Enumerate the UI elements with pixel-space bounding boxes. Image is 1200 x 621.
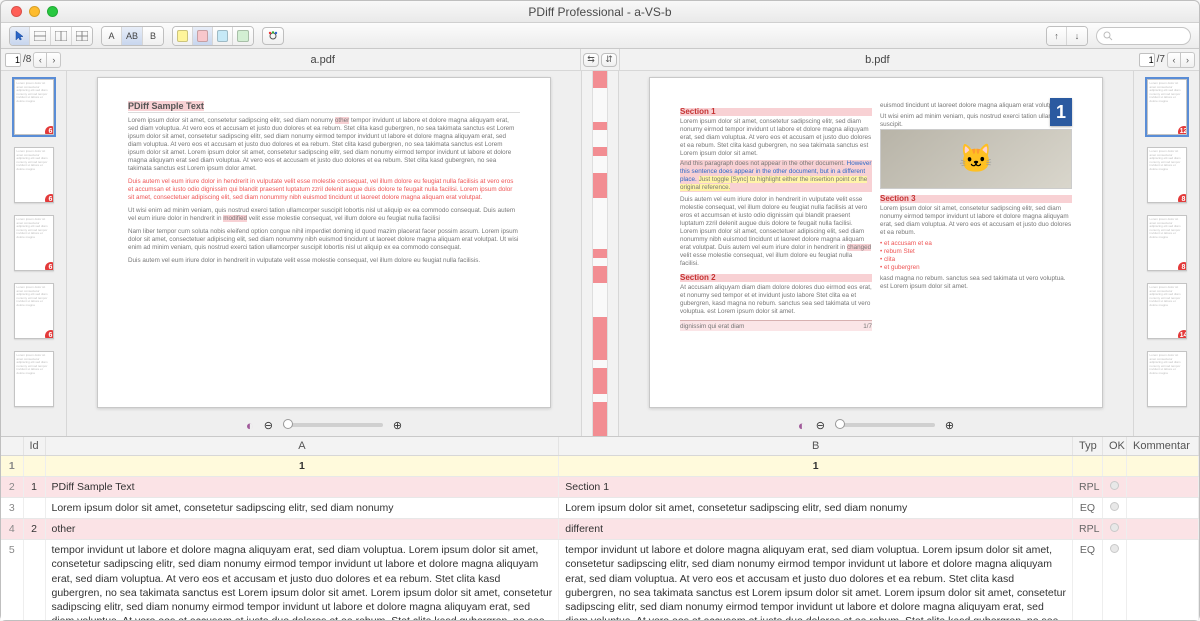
zoom-slider-b[interactable] (835, 423, 935, 427)
zoom-out-a-icon[interactable]: ⊖ (264, 419, 273, 432)
thumbnail[interactable]: Lorem ipsum dolor sit amet consectetur a… (14, 215, 54, 271)
page-a-title: PDiff Sample Text (128, 101, 204, 111)
zoom-in-b-icon[interactable]: ⊕ (945, 419, 954, 432)
highlight-colors (172, 26, 254, 46)
col-kommentar[interactable]: Kommentar (1127, 437, 1199, 455)
table-row[interactable]: 5tempor invidunt ut labore et dolore mag… (1, 540, 1199, 620)
nav-up-down: ↑ ↓ (1046, 26, 1088, 46)
table-row[interactable]: 111 (1, 455, 1199, 476)
page-b-number-badge: 1 (1050, 98, 1072, 126)
thumbnail[interactable]: Lorem ipsum dolor sit amet consectetur a… (14, 283, 54, 339)
tool-group-pointer (9, 26, 93, 46)
contrast-icon-b[interactable]: ◐ (798, 418, 806, 433)
view-ab-button[interactable]: AB (122, 27, 143, 45)
page-total-a: /8 (23, 54, 31, 65)
thumbnail[interactable]: Lorem ipsum dolor sit amet consectetur a… (1147, 79, 1187, 135)
zoom-in-a-icon[interactable]: ⊕ (393, 419, 402, 432)
thumbnails-a[interactable]: Lorem ipsum dolor sit amet consectetur a… (1, 71, 67, 436)
nav-up-button[interactable]: ↑ (1047, 27, 1067, 45)
col-index[interactable] (1, 437, 23, 455)
thumbnail[interactable]: Lorem ipsum dolor sit amet consectetur a… (1147, 351, 1187, 407)
table-row[interactable]: 3Lorem ipsum dolor sit amet, consetetur … (1, 497, 1199, 518)
view-a-button[interactable]: A (102, 27, 122, 45)
contrast-icon[interactable]: ◐ (246, 418, 254, 433)
col-a[interactable]: A (45, 437, 559, 455)
thumbnail[interactable]: Lorem ipsum dolor sit amet consectetur a… (14, 351, 54, 407)
center-strip (581, 71, 619, 436)
titlebar: PDiff Professional - a-VS-b (1, 1, 1199, 23)
view-b-button[interactable]: B (143, 27, 163, 45)
file-label-a: a.pdf (65, 49, 580, 70)
table-header-row: Id A B Typ OK Kommentar (1, 437, 1199, 455)
app-window: PDiff Professional - a-VS-b A AB B (0, 0, 1200, 621)
diff-minimap[interactable] (592, 71, 608, 436)
compare-area: Lorem ipsum dolor sit amet consectetur a… (1, 71, 1199, 436)
col-ok[interactable]: OK (1103, 437, 1127, 455)
col-b[interactable]: B (559, 437, 1073, 455)
doc-panel-b: 1 Section 1 Lorem ipsum dolor sit amet, … (619, 71, 1133, 436)
table-row[interactable]: 42otherdifferentRPL (1, 519, 1199, 540)
view-mode-group: A AB B (101, 26, 164, 46)
diff-table[interactable]: Id A B Typ OK Kommentar 11121PDiff Sampl… (1, 436, 1199, 620)
nav-down-button[interactable]: ↓ (1067, 27, 1087, 45)
col-id[interactable]: Id (23, 437, 45, 455)
highlight-green-button[interactable] (233, 27, 253, 45)
page-indicator-a: /8 ‹ › (1, 49, 65, 70)
page-indicator-b: /7 ‹ › (1135, 49, 1199, 70)
sync-button[interactable]: ⇆ (583, 53, 599, 67)
pointer-tool-button[interactable] (10, 27, 30, 45)
window-title: PDiff Professional - a-VS-b (1, 5, 1199, 19)
page-next-a[interactable]: › (47, 52, 61, 68)
doc-panel-a: PDiff Sample Text Lorem ipsum dolor sit … (67, 71, 581, 436)
file-label-b: b.pdf (620, 49, 1135, 70)
split-vertical-button[interactable] (51, 27, 72, 45)
zoom-slider-a[interactable] (283, 423, 383, 427)
page-prev-b[interactable]: ‹ (1167, 52, 1181, 68)
page-number-input-b[interactable] (1139, 53, 1155, 67)
search-field[interactable] (1096, 27, 1191, 45)
zoom-out-b-icon[interactable]: ⊖ (816, 419, 825, 432)
highlight-pink-button[interactable] (193, 27, 213, 45)
page-view-b[interactable]: 1 Section 1 Lorem ipsum dolor sit amet, … (649, 77, 1103, 408)
zoom-bar-b: ◐ ⊖ ⊕ (619, 414, 1133, 436)
thumbnail[interactable]: Lorem ipsum dolor sit amet consectetur a… (1147, 283, 1187, 339)
page-total-b: /7 (1157, 54, 1165, 65)
zoom-bar-a: ◐ ⊖ ⊕ (67, 414, 581, 436)
col-typ[interactable]: Typ (1073, 437, 1103, 455)
page-prev-a[interactable]: ‹ (33, 52, 47, 68)
highlight-yellow-button[interactable] (173, 27, 193, 45)
document-header: /8 ‹ › a.pdf ⇆ ⇵ b.pdf /7 ‹ › (1, 49, 1199, 71)
search-icon (1103, 31, 1113, 41)
section-1-header: Section 1 (680, 108, 872, 116)
table-row[interactable]: 21PDiff Sample TextSection 1RPL (1, 476, 1199, 497)
cat-image: 🐱 (880, 129, 1072, 189)
section-2-header: Section 2 (680, 274, 872, 282)
split-horizontal-button[interactable] (30, 27, 51, 45)
thumbnail[interactable]: Lorem ipsum dolor sit amet consectetur a… (14, 147, 54, 203)
thumbnail[interactable]: Lorem ipsum dolor sit amet consectetur a… (1147, 215, 1187, 271)
highlight-cyan-button[interactable] (213, 27, 233, 45)
page-next-b[interactable]: › (1181, 52, 1195, 68)
thumbnail[interactable]: Lorem ipsum dolor sit amet consectetur a… (1147, 147, 1187, 203)
main-area: Lorem ipsum dolor sit amet consectetur a… (1, 71, 1199, 620)
section-3-header: Section 3 (880, 195, 1072, 203)
link-button[interactable]: ⇵ (601, 53, 617, 67)
page-number-input-a[interactable] (5, 53, 21, 67)
grid-button[interactable] (72, 27, 92, 45)
toolbar: A AB B ↑ ↓ (1, 23, 1199, 49)
thumbnails-b[interactable]: Lorem ipsum dolor sit amet consectetur a… (1133, 71, 1199, 436)
thumbnail[interactable]: Lorem ipsum dolor sit amet consectetur a… (14, 79, 54, 135)
settings-button[interactable] (262, 27, 284, 45)
page-view-a[interactable]: PDiff Sample Text Lorem ipsum dolor sit … (97, 77, 551, 408)
